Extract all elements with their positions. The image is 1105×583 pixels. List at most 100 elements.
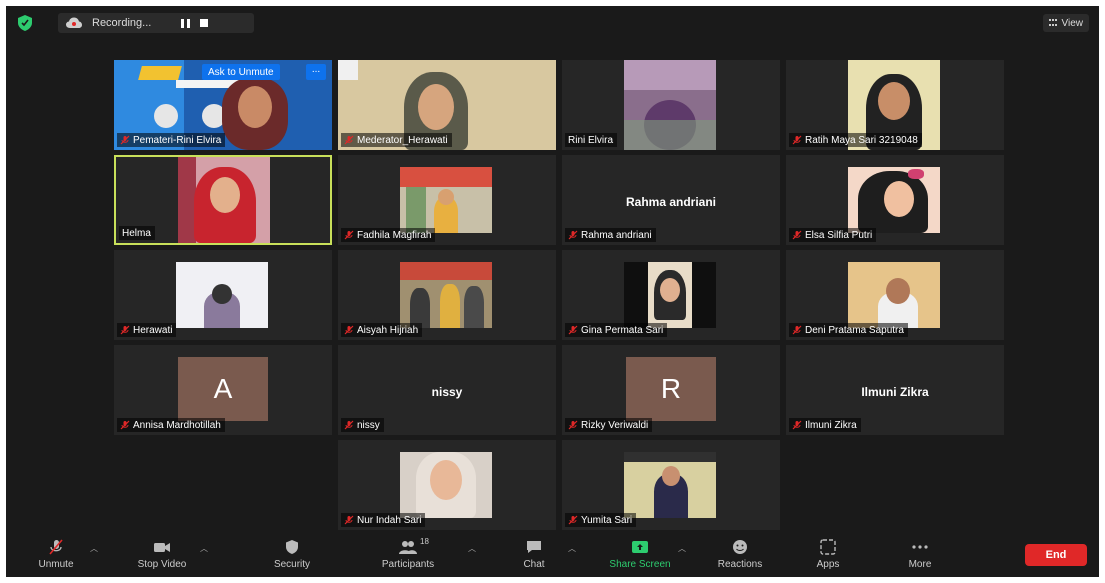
muted-mic-icon	[568, 325, 578, 335]
participant-name: Mederator_Herawati	[357, 134, 448, 146]
muted-mic-icon	[120, 325, 130, 335]
participant-tile[interactable]: Yumita Sari	[562, 440, 780, 530]
participant-name-tag: Fadhila Magfirah	[341, 228, 436, 242]
participant-video	[624, 262, 716, 328]
participant-video	[400, 452, 492, 518]
zoom-meeting-window: Recording... View Ask to Unmute ... Pema…	[6, 6, 1099, 577]
tile-more-button[interactable]: ...	[306, 64, 326, 80]
participant-tile[interactable]: Gina Permata Sari	[562, 250, 780, 340]
participant-tile[interactable]: Mederator_Herawati	[338, 60, 556, 150]
share-screen-button[interactable]: Share Screen	[600, 539, 680, 575]
muted-mic-icon	[568, 230, 578, 240]
participant-tile[interactable]: Nur Indah Sari	[338, 440, 556, 530]
muted-mic-icon	[120, 420, 130, 430]
participant-name-tag: Mederator_Herawati	[341, 133, 452, 147]
participant-avatar: A	[178, 357, 268, 421]
participant-name: Ratih Maya Sari 3219048	[805, 134, 918, 146]
participant-display-name: Ilmuni Zikra	[861, 385, 929, 399]
top-bar: Recording... View	[6, 6, 1099, 40]
participant-name-tag: Helma	[119, 226, 155, 240]
participant-tile[interactable]: R Rizky Veriwaldi	[562, 345, 780, 435]
participant-name-tag: Aisyah Hijriah	[341, 323, 423, 337]
participant-name-tag: Annisa Mardhotillah	[117, 418, 225, 432]
participant-video	[178, 157, 270, 243]
meeting-toolbar: Unmute ︿ Stop Video ︿ Security 18 Partic…	[6, 535, 1099, 577]
end-meeting-button[interactable]: End	[1025, 544, 1087, 566]
participant-name: Nur Indah Sari	[357, 514, 422, 526]
shield-icon[interactable]	[18, 15, 32, 31]
cloud-record-icon	[66, 17, 82, 28]
participants-label: Participants	[381, 559, 435, 570]
participant-tile[interactable]: Deni Pratama Saputra	[786, 250, 1004, 340]
chat-button[interactable]: Chat	[494, 539, 574, 575]
participant-video	[400, 167, 492, 233]
muted-mic-icon	[568, 515, 578, 525]
participant-tile[interactable]: Rini Elvira	[562, 60, 780, 150]
participant-video	[400, 262, 492, 328]
ask-to-unmute-button[interactable]: Ask to Unmute	[202, 64, 280, 80]
participant-name-tag: Rizky Veriwaldi	[565, 418, 653, 432]
muted-mic-icon	[792, 325, 802, 335]
participant-name-tag: Herawati	[117, 323, 177, 337]
participant-tile[interactable]: Elsa Silfia Putri	[786, 155, 1004, 245]
participant-tile[interactable]: Ilmuni Zikra Ilmuni Zikra	[786, 345, 1004, 435]
participant-tile[interactable]: Fadhila Magfirah	[338, 155, 556, 245]
muted-mic-icon	[344, 230, 354, 240]
unmute-button[interactable]: Unmute	[16, 539, 96, 575]
participant-tile[interactable]: Ask to Unmute ... Pemateri-Rini Elvira	[114, 60, 332, 150]
security-shield-icon	[286, 540, 298, 554]
participant-display-name: Rahma andriani	[625, 195, 717, 209]
participant-video	[624, 452, 716, 518]
pause-recording-icon[interactable]	[181, 18, 191, 28]
participants-options-chevron-icon[interactable]: ︿	[468, 543, 476, 554]
reactions-button[interactable]: Reactions	[700, 539, 780, 575]
chat-options-chevron-icon[interactable]: ︿	[568, 543, 576, 554]
participant-name-tag: Yumita Sari	[565, 513, 637, 527]
audio-options-chevron-icon[interactable]: ︿	[90, 543, 98, 554]
participant-name: Pemateri-Rini Elvira	[133, 134, 222, 146]
participant-name-tag: Gina Permata Sari	[565, 323, 668, 337]
participant-name: Deni Pratama Saputra	[805, 324, 904, 336]
participant-name-tag: Ratih Maya Sari 3219048	[789, 133, 922, 147]
muted-mic-icon	[344, 420, 354, 430]
video-options-chevron-icon[interactable]: ︿	[200, 543, 208, 554]
muted-mic-icon	[568, 420, 578, 430]
participant-tile[interactable]: Rahma andriani Rahma andriani	[562, 155, 780, 245]
more-button[interactable]: More	[880, 539, 960, 575]
video-camera-icon	[154, 543, 170, 552]
participant-name-tag: Ilmuni Zikra	[789, 418, 861, 432]
muted-mic-icon	[792, 230, 802, 240]
participant-tile[interactable]: Ratih Maya Sari 3219048	[786, 60, 1004, 150]
participant-video	[624, 60, 716, 150]
participant-tile[interactable]: A Annisa Mardhotillah	[114, 345, 332, 435]
participant-name: Yumita Sari	[581, 514, 633, 526]
stop-recording-icon[interactable]	[200, 19, 209, 27]
participant-name: Herawati	[133, 324, 173, 336]
muted-mic-icon	[344, 515, 354, 525]
stop-video-button[interactable]: Stop Video	[122, 539, 202, 575]
share-screen-label: Share Screen	[609, 559, 671, 570]
recording-label: Recording...	[92, 17, 152, 29]
participant-name: Gina Permata Sari	[581, 324, 664, 336]
participant-video	[848, 262, 940, 328]
participants-icon	[399, 541, 417, 554]
share-options-chevron-icon[interactable]: ︿	[678, 543, 686, 554]
view-button[interactable]: View	[1042, 14, 1089, 32]
security-label: Security	[273, 559, 311, 570]
participant-name-tag: Deni Pratama Saputra	[789, 323, 908, 337]
participant-tile[interactable]: Herawati	[114, 250, 332, 340]
active-speaker-tile[interactable]: Helma	[114, 155, 332, 245]
muted-mic-icon	[792, 135, 802, 145]
participants-button[interactable]: 18 Participants	[368, 537, 448, 575]
apps-button[interactable]: Apps	[788, 539, 868, 575]
participant-avatar: R	[626, 357, 716, 421]
participant-name: Fadhila Magfirah	[357, 229, 432, 241]
security-button[interactable]: Security	[252, 539, 332, 575]
participant-tile[interactable]: Aisyah Hijriah	[338, 250, 556, 340]
reactions-smiley-icon	[733, 540, 747, 554]
chat-bubble-icon	[527, 541, 541, 553]
participant-name-tag: Rini Elvira	[565, 133, 618, 147]
apps-icon	[820, 539, 836, 555]
participant-name-tag: nissy	[341, 418, 384, 432]
participant-tile[interactable]: nissy nissy	[338, 345, 556, 435]
